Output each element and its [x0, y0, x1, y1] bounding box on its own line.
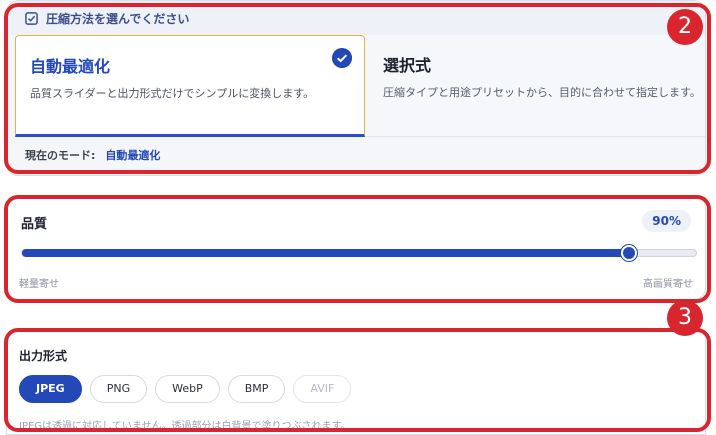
mode-title: 選択式 — [383, 56, 432, 75]
format-title: 出力形式 — [19, 349, 68, 363]
format-option-png[interactable]: PNG — [89, 375, 148, 403]
quality-slider-thumb[interactable] — [620, 245, 637, 261]
method-header-text: 圧縮方法を選んでください — [46, 11, 190, 26]
slider-max-label: 高画質寄せ — [643, 279, 693, 290]
format-option-jpeg[interactable]: JPEG — [19, 375, 82, 403]
current-mode-value: 自動最適化 — [105, 149, 161, 162]
format-note: JPEGは透過に対応していません。透過部分は白背景で塗りつぶされます。 — [19, 421, 351, 432]
quality-panel: 品質 90% 軽量寄せ 高画質寄せ — [6, 196, 706, 300]
quality-slider-fill — [22, 249, 629, 257]
quality-title: 品質 — [21, 217, 48, 232]
mode-description: 品質スライダーと出力形式だけでシンプルに変換します。 — [30, 87, 315, 100]
format-option-avif: AVIF — [293, 375, 352, 403]
mode-description: 圧縮タイプと用途プリセットから、目的に合わせて指定します。 — [383, 86, 701, 99]
mode-card-auto-optimize[interactable]: 自動最適化 品質スライダーと出力形式だけでシンプルに変換します。 — [15, 35, 365, 137]
annotation-badge-3: 3 — [667, 300, 703, 336]
format-option-bmp[interactable]: BMP — [227, 375, 286, 403]
checkbox-icon — [25, 11, 38, 25]
slider-min-label: 軽量寄せ — [19, 279, 59, 290]
annotation-badge-2: 2 — [667, 9, 703, 45]
quality-value-badge: 90% — [642, 210, 691, 232]
current-mode-label: 現在のモード: — [25, 149, 96, 162]
quality-slider[interactable] — [21, 245, 697, 261]
mode-title: 自動最適化 — [30, 57, 111, 76]
current-mode-indicator: 現在のモード: 自動最適化 — [25, 147, 160, 163]
format-option-webp[interactable]: WebP — [155, 375, 220, 403]
method-header: 圧縮方法を選んでください — [7, 1, 705, 35]
format-options: JPEG PNG WebP BMP AVIF — [19, 375, 352, 403]
checkmark-icon — [332, 48, 352, 68]
compression-method-panel: 圧縮方法を選んでください 自動最適化 品質スライダーと出力形式だけでシンプルに変… — [6, 0, 706, 176]
output-format-panel: 出力形式 JPEG PNG WebP BMP AVIF JPEGは透過に対応して… — [6, 328, 706, 435]
mode-card-selective[interactable]: 選択式 圧縮タイプと用途プリセットから、目的に合わせて指定します。 — [365, 35, 705, 137]
